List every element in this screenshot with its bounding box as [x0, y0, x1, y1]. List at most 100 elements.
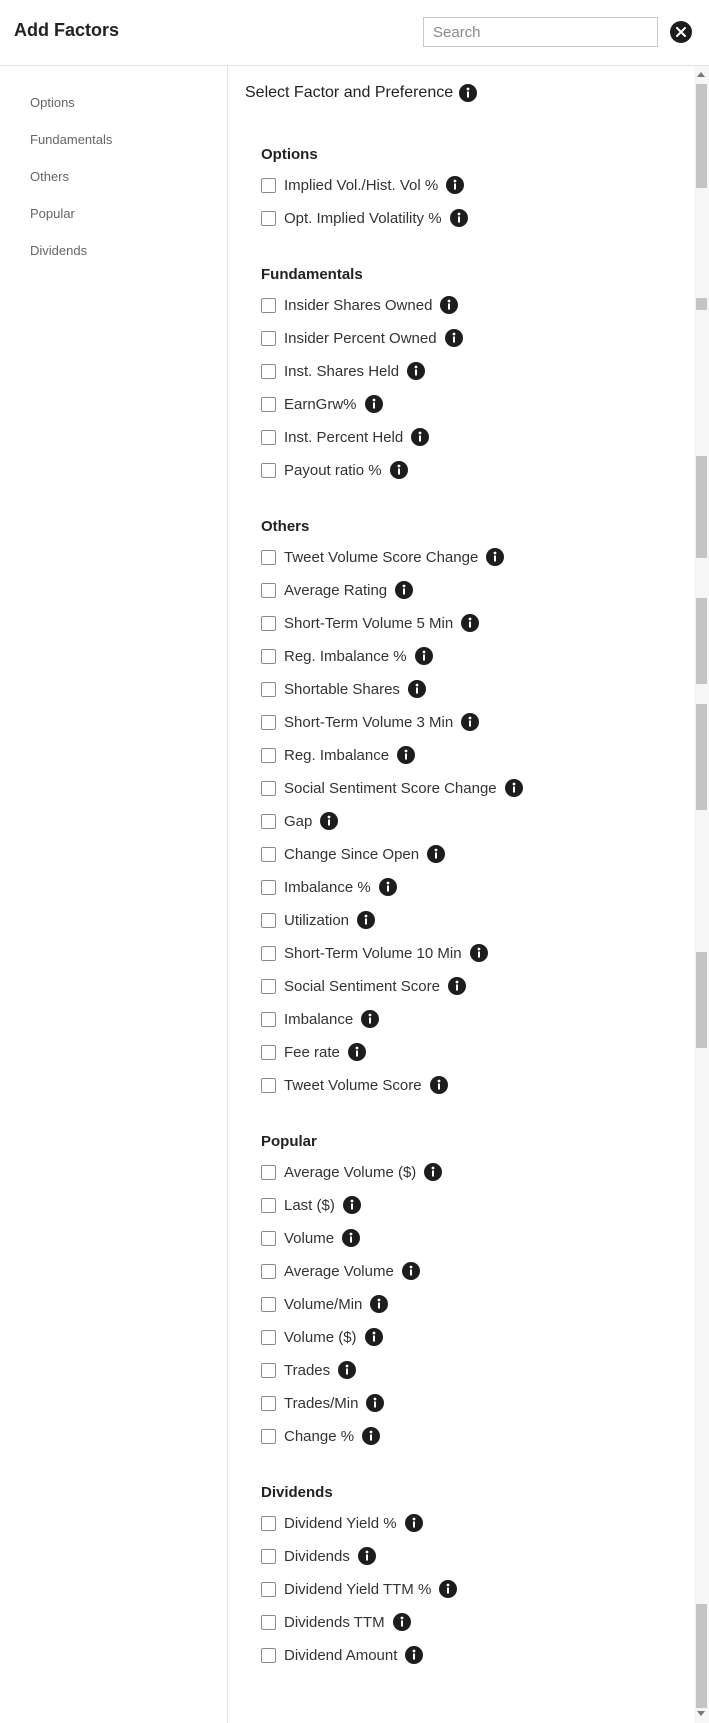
factor-item-change[interactable]: Change % — [261, 1425, 381, 1447]
factor-item-fee-rate[interactable]: Fee rate — [261, 1041, 366, 1063]
factor-item-short-term-volume-5-min[interactable]: Short-Term Volume 5 Min — [261, 612, 480, 634]
info-icon[interactable] — [357, 1547, 376, 1565]
factor-item-imbalance[interactable]: Imbalance % — [261, 876, 397, 898]
factor-item-dividend-amount[interactable]: Dividend Amount — [261, 1644, 424, 1666]
scrollbar-thumb[interactable] — [696, 84, 707, 188]
factor-item-inst-percent-held[interactable]: Inst. Percent Held — [261, 426, 430, 448]
info-icon[interactable] — [504, 779, 523, 797]
factor-checkbox[interactable] — [261, 1581, 276, 1597]
info-icon[interactable] — [459, 84, 478, 102]
info-icon[interactable] — [370, 1295, 389, 1313]
factor-checkbox[interactable] — [261, 714, 276, 730]
info-icon[interactable] — [357, 911, 376, 929]
scroll-down-arrow-icon[interactable] — [697, 1711, 705, 1716]
factor-item-shortable-shares[interactable]: Shortable Shares — [261, 678, 426, 700]
factor-item-trades-min[interactable]: Trades/Min — [261, 1392, 385, 1414]
factor-checkbox[interactable] — [261, 1164, 276, 1180]
info-icon[interactable] — [407, 680, 426, 698]
info-icon[interactable] — [338, 1361, 357, 1379]
sidebar-item-popular[interactable]: Popular — [30, 206, 75, 221]
info-icon[interactable] — [461, 713, 480, 731]
factor-checkbox[interactable] — [261, 1044, 276, 1060]
factor-checkbox[interactable] — [261, 747, 276, 763]
factor-checkbox[interactable] — [261, 648, 276, 664]
factor-item-short-term-volume-3-min[interactable]: Short-Term Volume 3 Min — [261, 711, 480, 733]
factor-checkbox[interactable] — [261, 1428, 276, 1444]
factor-item-insider-percent-owned[interactable]: Insider Percent Owned — [261, 327, 463, 349]
factor-checkbox[interactable] — [261, 1395, 276, 1411]
factor-checkbox[interactable] — [261, 978, 276, 994]
info-icon[interactable] — [461, 614, 480, 632]
sidebar-item-dividends[interactable]: Dividends — [30, 243, 87, 258]
factor-item-inst-shares-held[interactable]: Inst. Shares Held — [261, 360, 426, 382]
factor-item-last[interactable]: Last ($) — [261, 1194, 361, 1216]
sidebar-item-fundamentals[interactable]: Fundamentals — [30, 132, 112, 147]
factor-item-earngrw[interactable]: EarnGrw% — [261, 393, 383, 415]
info-icon[interactable] — [407, 362, 426, 380]
factor-checkbox[interactable] — [261, 330, 276, 346]
factor-checkbox[interactable] — [261, 945, 276, 961]
factor-checkbox[interactable] — [261, 615, 276, 631]
factor-checkbox[interactable] — [261, 396, 276, 412]
scrollbar[interactable] — [694, 66, 709, 1723]
info-icon[interactable] — [486, 548, 505, 566]
factor-checkbox[interactable] — [261, 462, 276, 478]
info-icon[interactable] — [405, 1646, 424, 1664]
factor-checkbox[interactable] — [261, 1296, 276, 1312]
sidebar-item-others[interactable]: Others — [30, 169, 69, 184]
factor-item-volume[interactable]: Volume — [261, 1227, 361, 1249]
search-input[interactable] — [423, 17, 658, 47]
factor-item-average-volume[interactable]: Average Volume — [261, 1260, 420, 1282]
factor-item-average-rating[interactable]: Average Rating — [261, 579, 414, 601]
factor-item-imbalance[interactable]: Imbalance — [261, 1008, 380, 1030]
factor-checkbox[interactable] — [261, 879, 276, 895]
factor-item-tweet-volume-score-change[interactable]: Tweet Volume Score Change — [261, 546, 505, 568]
factor-checkbox[interactable] — [261, 1362, 276, 1378]
factor-item-dividends[interactable]: Dividends — [261, 1545, 376, 1567]
info-icon[interactable] — [446, 176, 465, 194]
info-icon[interactable] — [469, 944, 488, 962]
factor-checkbox[interactable] — [261, 1263, 276, 1279]
factor-checkbox[interactable] — [261, 1647, 276, 1663]
info-icon[interactable] — [395, 581, 414, 599]
factor-item-reg-imbalance[interactable]: Reg. Imbalance % — [261, 645, 433, 667]
factor-item-social-sentiment-score[interactable]: Social Sentiment Score — [261, 975, 466, 997]
factor-item-volume-min[interactable]: Volume/Min — [261, 1293, 389, 1315]
factor-item-trades[interactable]: Trades — [261, 1359, 357, 1381]
factor-item-dividend-yield-ttm[interactable]: Dividend Yield TTM % — [261, 1578, 458, 1600]
factor-checkbox[interactable] — [261, 177, 276, 193]
factor-item-opt-implied-volatility[interactable]: Opt. Implied Volatility % — [261, 207, 468, 229]
factor-item-payout-ratio[interactable]: Payout ratio % — [261, 459, 408, 481]
factor-item-average-volume[interactable]: Average Volume ($) — [261, 1161, 443, 1183]
info-icon[interactable] — [447, 977, 466, 995]
factor-checkbox[interactable] — [261, 1077, 276, 1093]
factor-item-gap[interactable]: Gap — [261, 810, 339, 832]
factor-checkbox[interactable] — [261, 1230, 276, 1246]
info-icon[interactable] — [364, 395, 383, 413]
factor-checkbox[interactable] — [261, 813, 276, 829]
info-icon[interactable] — [414, 647, 433, 665]
factor-checkbox[interactable] — [261, 549, 276, 565]
factor-checkbox[interactable] — [261, 1197, 276, 1213]
info-icon[interactable] — [404, 1514, 423, 1532]
info-icon[interactable] — [347, 1043, 366, 1061]
factor-checkbox[interactable] — [261, 429, 276, 445]
factor-checkbox[interactable] — [261, 780, 276, 796]
factor-checkbox[interactable] — [261, 210, 276, 226]
info-icon[interactable] — [389, 461, 408, 479]
factor-checkbox[interactable] — [261, 297, 276, 313]
info-icon[interactable] — [401, 1262, 420, 1280]
factor-item-reg-imbalance[interactable]: Reg. Imbalance — [261, 744, 416, 766]
info-icon[interactable] — [439, 1580, 458, 1598]
close-icon[interactable] — [670, 21, 692, 43]
factor-item-dividends-ttm[interactable]: Dividends TTM — [261, 1611, 411, 1633]
info-icon[interactable] — [397, 746, 416, 764]
factor-item-utilization[interactable]: Utilization — [261, 909, 376, 931]
info-icon[interactable] — [342, 1196, 361, 1214]
info-icon[interactable] — [411, 428, 430, 446]
factor-checkbox[interactable] — [261, 846, 276, 862]
factor-checkbox[interactable] — [261, 582, 276, 598]
factor-checkbox[interactable] — [261, 1011, 276, 1027]
factor-item-insider-shares-owned[interactable]: Insider Shares Owned — [261, 294, 459, 316]
factor-item-social-sentiment-score-change[interactable]: Social Sentiment Score Change — [261, 777, 523, 799]
